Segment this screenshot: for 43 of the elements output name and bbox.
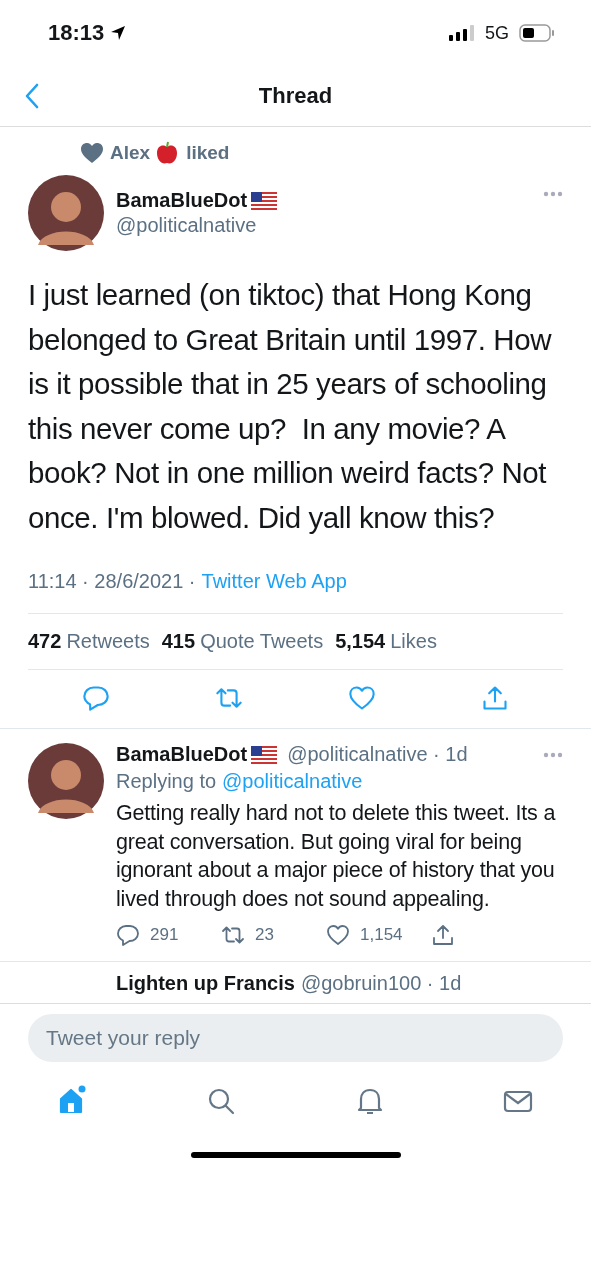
- user-name[interactable]: Lighten up Francis: [116, 972, 295, 995]
- location-arrow-icon: [110, 25, 127, 41]
- share-icon[interactable]: [480, 684, 509, 712]
- stat-count[interactable]: 415: [161, 630, 196, 653]
- user-name[interactable]: BamaBlueDot: [116, 743, 248, 766]
- liked-label: liked: [186, 142, 230, 164]
- stat-count[interactable]: 472: [28, 630, 62, 653]
- replying-label: Replying to: [116, 770, 217, 793]
- mention-link[interactable]: @politicalnative: [222, 770, 363, 793]
- tweet-text: I just learned (on tiktoc) that Hong Kong belonged to Great Britain until 1997. How is it possible that in 25 years of schooling this never come up? In any movie? A book? Not in one million weird facts? Not once. I'm blowed. Did yall know this?: [28, 277, 553, 536]
- user-handle[interactable]: @politicalnative: [116, 214, 543, 237]
- tweet-timestamp: 11:14 · 28/6/2021 ·: [28, 570, 196, 593]
- flag-icon: [251, 191, 278, 210]
- stat-label[interactable]: Quote Tweets: [200, 630, 324, 653]
- apple-icon: [156, 141, 179, 165]
- user-name[interactable]: BamaBlueDot: [116, 189, 248, 212]
- speech-bubble-icon[interactable]: [116, 923, 140, 947]
- stat-count[interactable]: 5,154: [335, 630, 386, 653]
- source-link[interactable]: Twitter Web App: [201, 570, 347, 593]
- stat-label[interactable]: Likes: [390, 630, 437, 653]
- share-icon[interactable]: [431, 923, 455, 947]
- signal-icon: [449, 25, 475, 41]
- action-count: 23: [255, 925, 274, 945]
- heart-icon[interactable]: [347, 684, 376, 712]
- flag-icon: [251, 745, 278, 764]
- stat-label[interactable]: Retweets: [66, 630, 150, 653]
- action-count: 1,154: [360, 925, 403, 945]
- avatar[interactable]: [28, 175, 104, 251]
- action-count: 291: [150, 925, 179, 945]
- liker-name[interactable]: Alex: [110, 142, 151, 164]
- page-title: Thread: [258, 83, 333, 109]
- network-label: 5G: [485, 22, 509, 44]
- user-handle[interactable]: @politicalnative · 1d: [287, 743, 468, 766]
- reply-field[interactable]: Tweet your reply: [28, 1014, 563, 1062]
- heart-icon[interactable]: [326, 923, 350, 947]
- clock-time: 18:13: [48, 20, 105, 46]
- speech-bubble-icon[interactable]: [82, 684, 111, 712]
- reply-text: Getting really hard not to delete this tweet. Its a great conversation. But going viral for being ignorant about a major piece of history that you lived through does not sound appealing.: [116, 800, 557, 913]
- back-icon[interactable]: [24, 83, 40, 109]
- avatar[interactable]: [28, 743, 104, 819]
- battery-icon: [519, 24, 555, 42]
- user-handle[interactable]: @gobruin100 · 1d: [300, 972, 462, 995]
- heart-icon: [80, 142, 104, 164]
